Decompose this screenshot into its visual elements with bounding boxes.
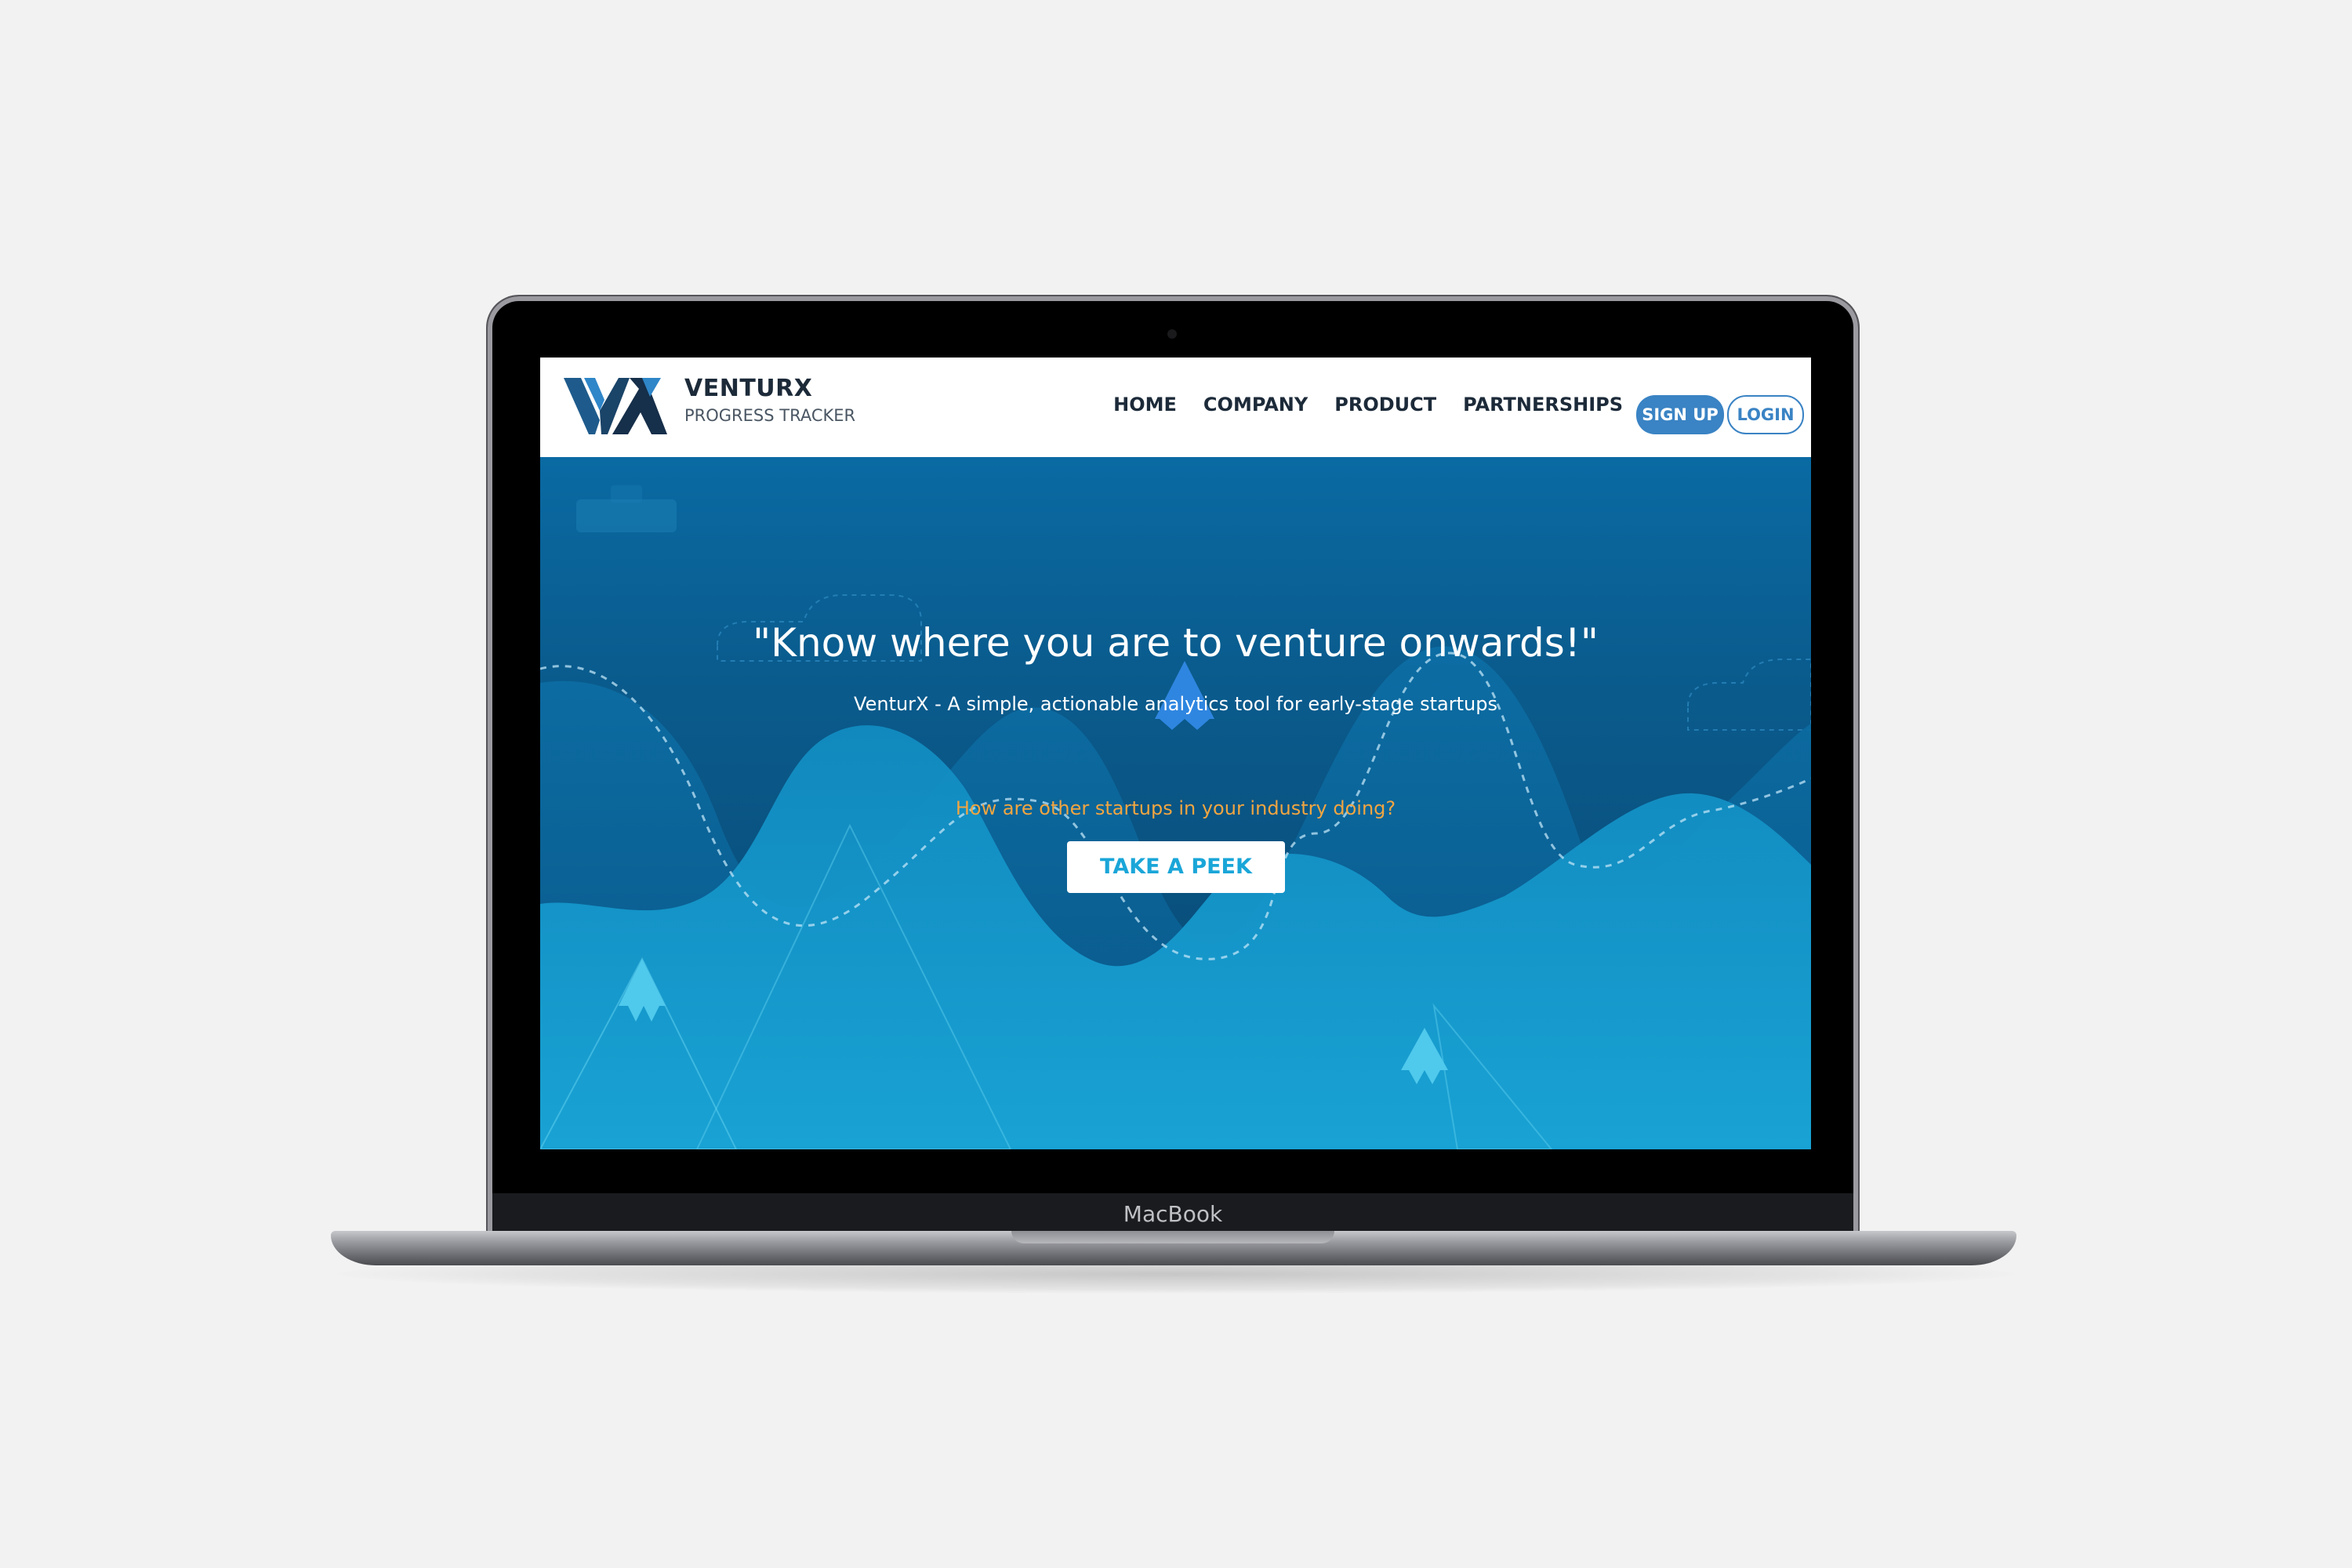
- take-a-peek-button[interactable]: TAKE A PEEK: [1067, 841, 1285, 893]
- brand-name: VENTURX: [684, 375, 813, 402]
- laptop-screen: VENTURX PROGRESS TRACKER HOME COMPANY PR…: [540, 358, 1811, 1149]
- sign-up-button[interactable]: SIGN UP: [1636, 395, 1724, 434]
- hero-section: "Know where you are to venture onwards!"…: [540, 457, 1811, 1149]
- nav-home[interactable]: HOME: [1113, 394, 1177, 416]
- hero-question: How are other startups in your industry …: [955, 797, 1396, 819]
- nav-company[interactable]: COMPANY: [1203, 394, 1308, 416]
- nav-product[interactable]: PRODUCT: [1334, 394, 1436, 416]
- decor-cloud: [576, 499, 677, 532]
- hero-subheadline: VenturX - A simple, actionable analytics…: [854, 693, 1497, 715]
- nav-partnerships[interactable]: PARTNERSHIPS: [1463, 394, 1623, 416]
- navbar: VENTURX PROGRESS TRACKER HOME COMPANY PR…: [540, 358, 1811, 459]
- laptop-notch: [1011, 1231, 1334, 1243]
- brand-tagline: PROGRESS TRACKER: [684, 406, 856, 425]
- hero-headline: "Know where you are to venture onwards!": [753, 620, 1599, 666]
- login-button[interactable]: LOGIN: [1727, 395, 1804, 434]
- nav-links: HOME COMPANY PRODUCT PARTNERSHIPS: [1113, 394, 1623, 416]
- vx-logo-icon[interactable]: [564, 372, 667, 441]
- device-label: MacBook: [1123, 1201, 1223, 1227]
- laptop-chin: MacBook: [492, 1193, 1853, 1234]
- webcam: [1167, 329, 1177, 339]
